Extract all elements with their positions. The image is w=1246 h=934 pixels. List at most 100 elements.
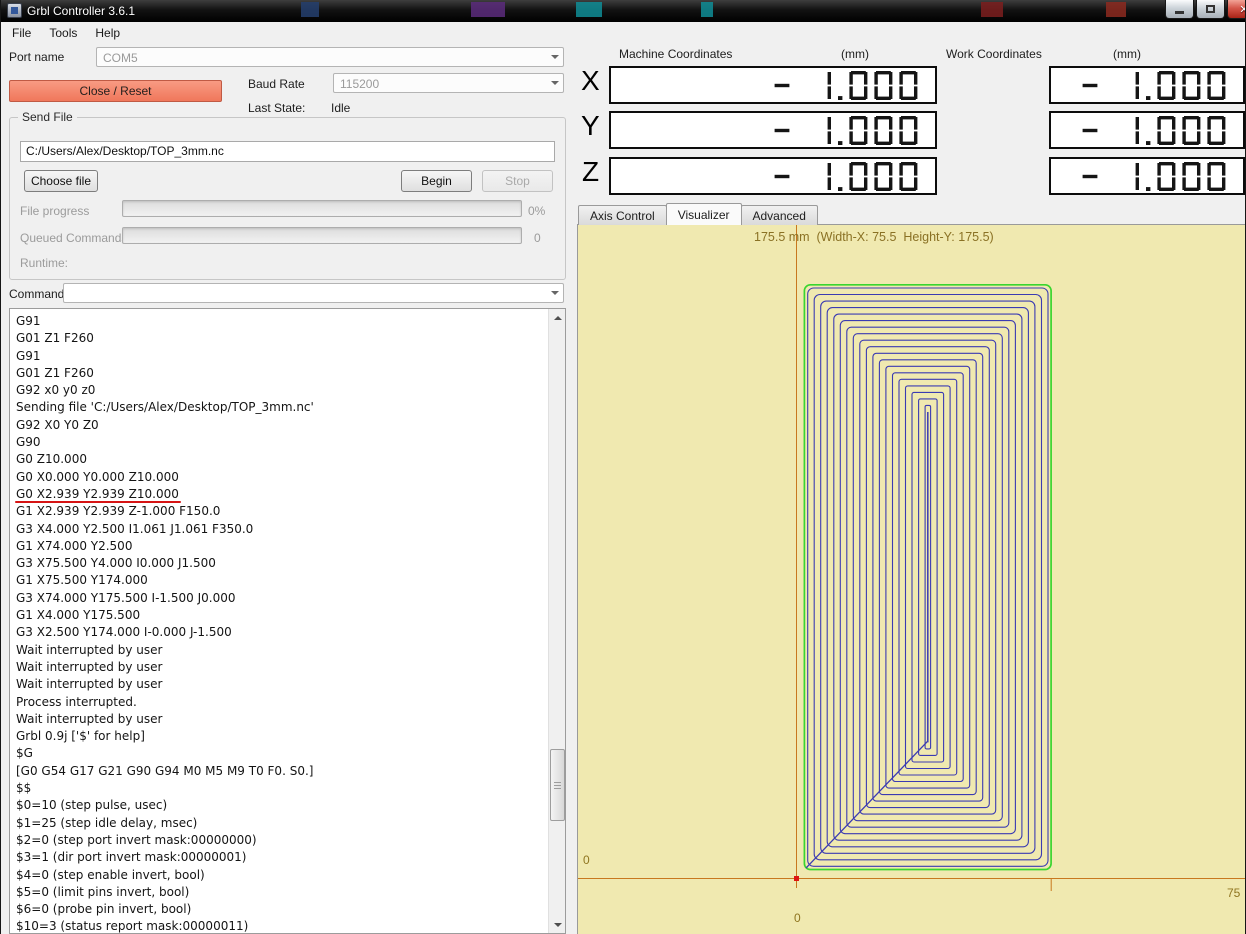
machine-x-display	[609, 66, 937, 104]
log-line: $0=10 (step pulse, usec)	[16, 798, 168, 813]
menu-item[interactable]: File	[3, 23, 40, 43]
port-value: COM5	[103, 51, 138, 65]
tab-advanced[interactable]: Advanced	[740, 205, 818, 225]
command-combobox[interactable]	[63, 283, 564, 303]
log-line: Wait interrupted by user	[16, 659, 163, 674]
log-line: G01 Z1 F260	[16, 331, 94, 346]
visualizer-canvas[interactable]	[578, 225, 1245, 934]
log-line: [G0 G54 G17 G21 G90 G94 M0 M5 M9 T0 F0. …	[16, 763, 314, 778]
control-panel: Port name COM5 Close / Reset Baud Rate 1…	[1, 43, 571, 934]
baud-rate-combobox[interactable]: 115200	[333, 73, 564, 93]
work-y-display	[1049, 111, 1245, 149]
work-coordinates-label: Work Coordinates	[946, 47, 1042, 61]
titlebar-artifact	[981, 2, 1003, 17]
chevron-down-icon[interactable]	[546, 74, 563, 92]
begin-button[interactable]: Begin	[401, 170, 472, 192]
choose-file-button[interactable]: Choose file	[24, 170, 98, 192]
send-file-group-title: Send File	[18, 110, 77, 124]
status-panel: Machine Coordinates (mm) Work Coordinate…	[571, 43, 1245, 934]
queued-commands-value: 0	[534, 231, 541, 245]
file-progress-value: 0%	[528, 204, 546, 218]
maximize-icon	[1206, 5, 1215, 13]
titlebar-artifact	[576, 2, 602, 17]
tab-bar: Axis Control Visualizer Advanced	[578, 203, 818, 225]
visualizer-dimensions: 175.5 mm (Width-X: 75.5 Height-Y: 175.5)	[754, 230, 994, 244]
titlebar-artifact	[701, 2, 713, 17]
log-line: $4=0 (step enable invert, bool)	[16, 867, 205, 882]
port-combobox[interactable]: COM5	[96, 47, 564, 67]
log-line: $10=3 (status report mask:00000011)	[16, 919, 249, 934]
maximize-button[interactable]	[1196, 0, 1225, 19]
visualizer-pane: 175.5 mm (Width-X: 75.5 Height-Y: 175.5)…	[577, 224, 1245, 934]
app-icon	[7, 3, 22, 18]
runtime-label: Runtime:	[20, 256, 69, 270]
machine-z-display	[609, 157, 937, 195]
log-line: G1 X75.500 Y174.000	[16, 573, 148, 588]
queued-commands-label: Queued Commands	[20, 231, 128, 245]
log-output[interactable]: G91 G01 Z1 F260 G91 G01 Z1 F260 G92 x0 y0 z0…	[9, 308, 566, 934]
log-line: G92 x0 y0 z0	[16, 383, 96, 398]
queued-commands-bar	[122, 227, 522, 244]
stop-button[interactable]: Stop	[482, 170, 553, 192]
menu-item[interactable]: Help	[86, 23, 129, 43]
close-button[interactable]: ✕	[1227, 0, 1245, 19]
log-line: Sending file 'C:/Users/Alex/Desktop/TOP_…	[16, 400, 314, 415]
axis-max-x-label: 75	[1227, 886, 1241, 900]
log-line: G0 X2.939 Y2.939 Z10.000	[15, 486, 547, 504]
last-state-label: Last State:	[248, 101, 306, 115]
log-line: G1 X2.939 Y2.939 Z-1.000 F150.0	[16, 504, 221, 519]
file-progress-bar	[122, 200, 522, 217]
log-line: G01 Z1 F260	[16, 365, 94, 380]
log-line: $1=25 (step idle delay, msec)	[16, 815, 198, 830]
file-progress-label: File progress	[20, 204, 90, 218]
file-path-input[interactable]: C:/Users/Alex/Desktop/TOP_3mm.nc	[20, 141, 555, 162]
scroll-up-button[interactable]	[549, 309, 565, 326]
log-line: $5=0 (limit pins invert, bool)	[16, 884, 190, 899]
chevron-down-icon[interactable]	[546, 48, 563, 66]
close-reset-button[interactable]: Close / Reset	[9, 80, 222, 102]
log-line: G91	[16, 314, 41, 328]
last-state-value: Idle	[331, 101, 351, 115]
titlebar-artifact	[1106, 2, 1126, 17]
machine-y-display	[609, 111, 937, 149]
log-scrollbar[interactable]	[548, 309, 565, 933]
log-line: G1 X4.000 Y175.500	[16, 608, 141, 623]
work-units-label: (mm)	[1113, 47, 1141, 61]
baud-rate-value: 115200	[340, 77, 380, 91]
menu-item[interactable]: Tools	[40, 23, 86, 43]
port-name-label: Port name	[9, 50, 65, 64]
chevron-down-icon[interactable]	[546, 284, 563, 302]
scroll-thumb[interactable]	[550, 749, 565, 821]
app-window: Grbl Controller 3.6.1 ✕ FileToolsHelp Po…	[0, 0, 1246, 934]
minimize-button[interactable]	[1165, 0, 1194, 19]
log-line: $$	[16, 781, 32, 796]
log-line: $6=0 (probe pin invert, bool)	[16, 902, 192, 917]
baud-rate-label: Baud Rate	[248, 77, 305, 91]
tab-axis-control[interactable]: Axis Control	[578, 205, 667, 225]
titlebar-artifact	[471, 2, 505, 17]
log-line: Wait interrupted by user	[16, 677, 163, 692]
log-lines: G91 G01 Z1 F260 G91 G01 Z1 F260 G92 x0 y0 z0…	[15, 313, 547, 934]
titlebar-artifact	[301, 2, 319, 17]
machine-units-label: (mm)	[841, 47, 869, 61]
tab-visualizer[interactable]: Visualizer	[665, 203, 742, 225]
log-line: G3 X2.500 Y174.000 I-0.000 J-1.500	[16, 625, 232, 640]
scroll-down-button[interactable]	[549, 916, 565, 933]
log-line: G92 X0 Y0 Z0	[16, 417, 99, 432]
machine-coordinates-label: Machine Coordinates	[619, 47, 733, 61]
work-x-display	[1049, 66, 1245, 104]
log-line: G3 X75.500 Y4.000 I0.000 J1.500	[16, 556, 216, 571]
send-file-group: Send File C:/Users/Alex/Desktop/TOP_3mm.…	[9, 110, 566, 280]
close-icon: ✕	[1239, 3, 1245, 16]
titlebar[interactable]: Grbl Controller 3.6.1 ✕	[1, 0, 1245, 22]
log-line: G0 X0.000 Y0.000 Z10.000	[16, 469, 179, 484]
log-line: G91	[16, 348, 41, 363]
log-line: G90	[16, 435, 41, 450]
axis-origin-x-label: 0	[794, 911, 801, 925]
axis-label-z: Z	[582, 156, 600, 187]
log-line: $3=1 (dir port invert mask:00000001)	[16, 850, 247, 865]
log-line: Wait interrupted by user	[16, 642, 163, 657]
window-title: Grbl Controller 3.6.1	[27, 4, 136, 18]
axis-origin-y-label: 0	[583, 853, 590, 867]
log-line: G0 Z10.000	[16, 452, 87, 467]
